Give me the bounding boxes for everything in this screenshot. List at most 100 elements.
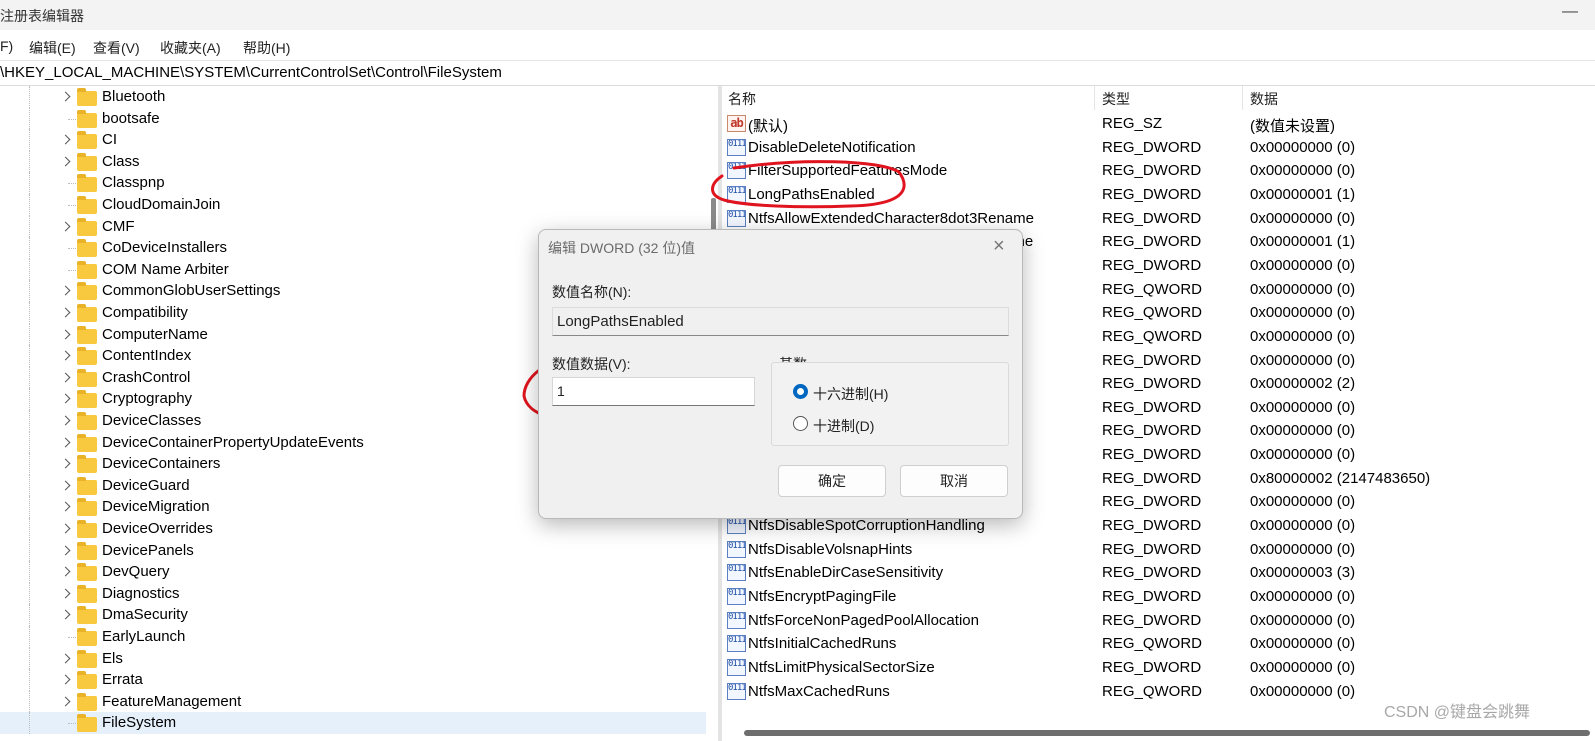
chevron-right-icon[interactable]: [60, 437, 71, 448]
menu-favorites[interactable]: 收藏夹(A): [160, 38, 221, 58]
chevron-right-icon[interactable]: [60, 221, 71, 232]
close-icon[interactable]: ×: [993, 235, 1005, 258]
binary-value-icon: 011110: [727, 517, 746, 535]
header-type[interactable]: 类型: [1102, 89, 1130, 109]
value-row[interactable]: 011110NtfsLimitPhysicalSectorSize REG_DWO…: [722, 656, 1595, 680]
chevron-right-icon[interactable]: [60, 545, 71, 556]
tree-node[interactable]: Els: [0, 647, 706, 670]
chevron-right-icon[interactable]: [60, 329, 71, 340]
chevron-right-icon[interactable]: [60, 674, 71, 685]
chevron-right-icon[interactable]: [60, 480, 71, 491]
dec-label[interactable]: 十进制(D): [813, 416, 874, 436]
header-separator[interactable]: [1242, 86, 1243, 110]
value-data: 0x80000002 (2147483650): [1250, 469, 1431, 487]
folder-icon: [77, 606, 97, 625]
chevron-right-icon[interactable]: [60, 653, 71, 664]
tree-node[interactable]: DevQuery: [0, 561, 706, 583]
chevron-right-icon[interactable]: [60, 91, 71, 102]
tree-guide: [29, 453, 30, 475]
tree-node[interactable]: Diagnostics: [0, 582, 706, 605]
tree-node[interactable]: Bluetooth: [0, 86, 706, 108]
folder-icon: [77, 692, 97, 711]
header-name[interactable]: 名称: [728, 89, 756, 109]
tree-node[interactable]: FileSystem: [0, 712, 706, 735]
value-row[interactable]: 011110FilterSupportedFeaturesMode REG_DWO…: [722, 159, 1595, 183]
tree-node-label: Compatibility: [102, 304, 188, 321]
folder-icon: [77, 282, 97, 301]
cancel-button[interactable]: 取消: [900, 465, 1008, 497]
tree-leaf-connector: [68, 118, 76, 120]
address-path[interactable]: \HKEY_LOCAL_MACHINE\SYSTEM\CurrentContro…: [0, 64, 502, 81]
value-data: 0x00000000 (0): [1250, 588, 1356, 605]
value-data-input[interactable]: [552, 377, 755, 406]
ok-button[interactable]: 确定: [778, 465, 886, 497]
value-data: 0x00000000 (0): [1250, 209, 1356, 227]
header-separator[interactable]: [1094, 86, 1095, 110]
chevron-right-icon[interactable]: [60, 156, 71, 167]
value-row[interactable]: 011110NtfsEnableDirCaseSensitivity REG_DW…: [722, 561, 1595, 585]
value-type: REG_QWORD: [1102, 327, 1203, 345]
minimize-icon[interactable]: —: [1562, 3, 1578, 21]
value-row[interactable]: 011110NtfsAllowExtendedCharacter8dot3Ren…: [722, 207, 1595, 231]
value-data: 0x00000000 (0): [1250, 256, 1356, 274]
folder-icon: [77, 88, 97, 106]
tree-node-label: DeviceGuard: [102, 476, 190, 494]
chevron-right-icon[interactable]: [60, 350, 71, 361]
tree-node[interactable]: Class: [0, 150, 706, 173]
tree-node[interactable]: bootsafe: [0, 107, 706, 130]
value-row[interactable]: 011110NtfsForceNonPagedPoolAllocation REG…: [722, 609, 1595, 633]
chevron-right-icon[interactable]: [60, 415, 71, 426]
tree-node[interactable]: FeatureManagement: [0, 690, 706, 713]
tree-node[interactable]: DmaSecurity: [0, 604, 706, 626]
menu-edit[interactable]: 编辑(E): [29, 38, 76, 58]
tree-node[interactable]: EarlyLaunch: [0, 626, 706, 648]
chevron-right-icon[interactable]: [60, 566, 71, 577]
value-row[interactable]: 011110DisableDeleteNotification REG_DWORD…: [722, 136, 1595, 160]
chevron-right-icon[interactable]: [60, 609, 71, 620]
tree-leaf-connector: [68, 723, 76, 725]
value-data: 0x00000002 (2): [1250, 375, 1356, 393]
hex-radio[interactable]: [793, 384, 808, 399]
list-horizontal-scrollbar[interactable]: [744, 730, 1590, 736]
tree-guide: [29, 107, 30, 130]
binary-value-icon: 011110: [727, 209, 746, 227]
chevron-right-icon[interactable]: [60, 372, 71, 383]
string-value-icon: ab: [727, 115, 746, 132]
tree-node[interactable]: DeviceOverrides: [0, 518, 706, 540]
tree-node[interactable]: Errata: [0, 669, 706, 691]
header-data[interactable]: 数据: [1250, 89, 1278, 109]
chevron-right-icon[interactable]: [60, 393, 71, 404]
tree-guide: [29, 647, 30, 670]
chevron-right-icon[interactable]: [60, 696, 71, 707]
chevron-right-icon[interactable]: [60, 285, 71, 296]
binary-value-icon: 011110: [727, 682, 746, 700]
folder-icon: [77, 584, 97, 603]
tree-node[interactable]: CloudDomainJoin: [0, 194, 706, 216]
value-data: 0x00000000 (0): [1250, 162, 1356, 180]
tree-guide: [29, 366, 30, 389]
tree-guide: [29, 280, 30, 302]
tree-node[interactable]: Classpnp: [0, 172, 706, 194]
menu-view[interactable]: 查看(V): [93, 38, 140, 58]
tree-node[interactable]: DevicePanels: [0, 539, 706, 562]
value-row[interactable]: 011110NtfsEncryptPagingFile REG_DWORD 0x00…: [722, 585, 1595, 609]
chevron-right-icon[interactable]: [60, 134, 71, 145]
dec-radio[interactable]: [793, 416, 808, 431]
value-row[interactable]: ab (默认) REG_SZ (数值未设置): [722, 112, 1595, 136]
hex-label[interactable]: 十六进制(H): [813, 384, 888, 404]
title-bar: [0, 0, 1595, 30]
chevron-right-icon[interactable]: [60, 458, 71, 469]
tree-node[interactable]: CI: [0, 129, 706, 151]
value-row[interactable]: 011110LongPathsEnabled REG_DWORD 0x0000000…: [722, 183, 1595, 207]
chevron-right-icon[interactable]: [60, 307, 71, 318]
value-row[interactable]: 011110NtfsDisableVolsnapHints REG_DWORD 0x…: [722, 538, 1595, 562]
value-type: REG_DWORD: [1102, 564, 1202, 582]
menu-file[interactable]: F): [0, 38, 13, 54]
value-name: NtfsInitialCachedRuns: [748, 635, 897, 653]
chevron-right-icon[interactable]: [60, 501, 71, 512]
chevron-right-icon[interactable]: [60, 588, 71, 599]
menu-help[interactable]: 帮助(H): [243, 38, 290, 58]
chevron-right-icon[interactable]: [60, 523, 71, 534]
tree-guide: [29, 345, 30, 367]
value-row[interactable]: 011110NtfsInitialCachedRuns REG_QWORD 0x00…: [722, 632, 1595, 656]
